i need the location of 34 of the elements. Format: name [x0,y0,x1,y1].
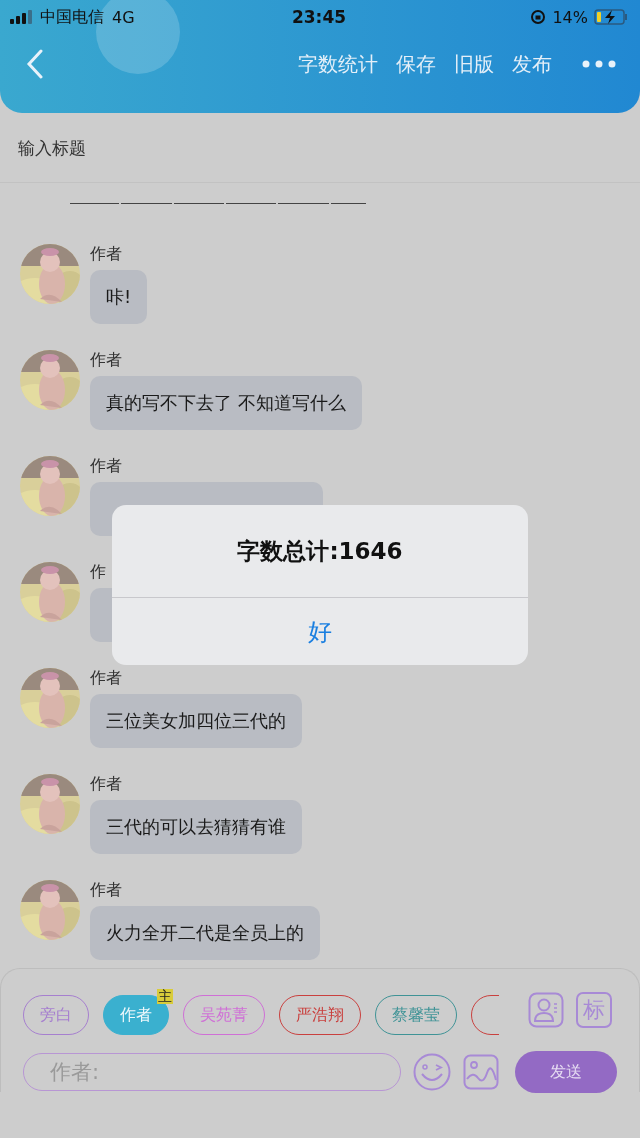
person-card-icon[interactable] [528,992,564,1028]
nav-action[interactable]: 保存 [396,50,436,78]
message-bubble: 三代的可以去猜猜有谁 [90,800,302,854]
network-type: 4G [112,7,135,27]
message-bubble: 三位美女加四位三代的 [90,694,302,748]
message-bubble: 真的写不下去了 不知道写什么 [90,376,362,430]
author-name: 作者 [90,350,122,370]
lead-badge: 主 [157,989,173,1004]
nav-action[interactable]: 旧版 [454,50,494,78]
signal-icon [10,10,32,24]
ok-button[interactable]: 好 [112,598,528,665]
rotation-lock-icon [530,9,547,25]
author-name: 作者 [90,668,122,688]
author-name: 作者 [90,774,122,794]
more-icon[interactable] [582,60,616,68]
nav-action[interactable]: 字数统计 [298,50,378,78]
tag-button[interactable]: 标 [576,992,612,1028]
author-name: 作 [90,562,106,582]
status-time: 23:45 [291,7,347,27]
author-name: 作者 [90,244,122,264]
alert-title: 字数总计:1646 [112,505,528,598]
send-button[interactable]: 发送 [515,1051,617,1093]
message-bubble: 咔! [90,270,148,324]
title-field[interactable]: 输入标题 [16,136,320,159]
image-icon[interactable] [463,1054,499,1090]
author-name: 作者 [90,880,122,900]
carrier-name: 中国电信 [40,6,104,28]
back-icon[interactable] [26,49,44,79]
emoji-icon[interactable] [413,1053,451,1091]
battery-percent: 14% [552,7,588,27]
battery-icon [594,9,628,25]
author-name: 作者 [90,456,122,476]
nav-action[interactable]: 发布 [512,50,552,78]
message-bubble: 火力全开二代是全员上的 [90,906,320,960]
